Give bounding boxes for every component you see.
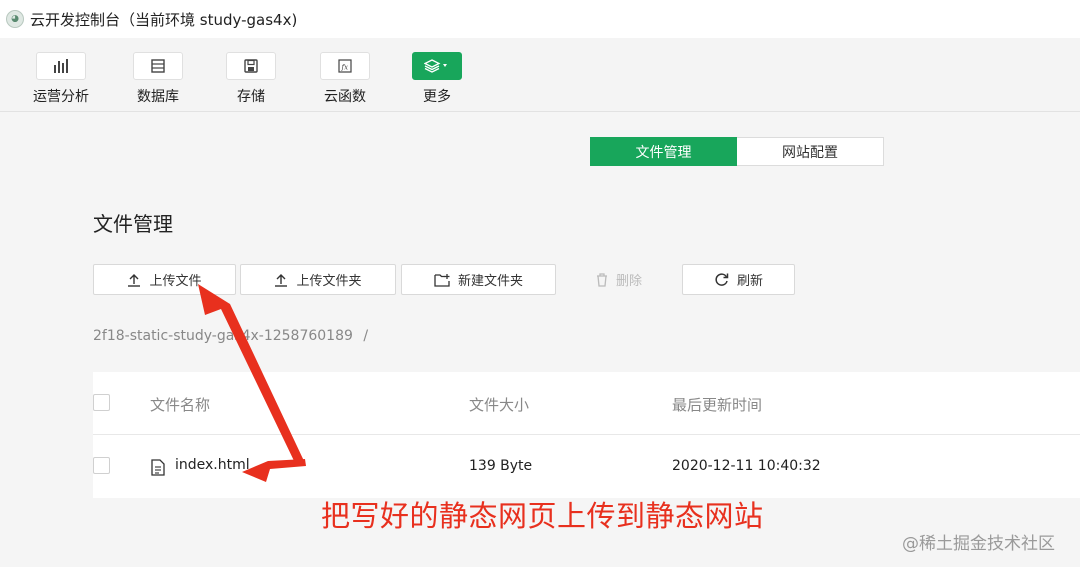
- column-header-updated: 最后更新时间: [672, 396, 763, 414]
- upload-icon: [274, 273, 288, 287]
- wechat-devtools-icon: ◕: [6, 10, 24, 28]
- new-folder-icon: [434, 273, 450, 287]
- new-folder-label: 新建文件夹: [457, 274, 523, 289]
- toolbar-item-storage[interactable]: 存储: [213, 52, 289, 108]
- trash-icon: [596, 272, 608, 287]
- upload-file-button[interactable]: 上传文件: [93, 264, 236, 295]
- delete-label: 删除: [615, 274, 642, 289]
- layers-icon: [412, 52, 462, 80]
- breadcrumb-path[interactable]: 2f18-static-study-gas4x-1258760189: [93, 328, 353, 344]
- svg-text:fx: fx: [341, 64, 349, 72]
- upload-folder-button[interactable]: 上传文件夹: [240, 264, 396, 295]
- upload-folder-label: 上传文件夹: [296, 274, 362, 289]
- window-titlebar: ◕ 云开发控制台（当前环境 study-gas4x): [0, 0, 1080, 38]
- tab-group: 文件管理 网站配置: [590, 137, 884, 166]
- row-checkbox[interactable]: [93, 457, 110, 474]
- save-icon: [226, 52, 276, 80]
- watermark: @稀土掘金技术社区: [902, 534, 1055, 554]
- table-header: 文件名称 文件大小 最后更新时间: [93, 372, 1080, 435]
- refresh-label: 刷新: [736, 274, 763, 289]
- toolbar-item-functions[interactable]: fx 云函数: [307, 52, 383, 108]
- tab-file-management[interactable]: 文件管理: [590, 137, 737, 166]
- file-icon: [151, 459, 165, 480]
- upload-icon: [127, 273, 141, 287]
- refresh-icon: [714, 272, 729, 287]
- new-folder-button[interactable]: 新建文件夹: [401, 264, 556, 295]
- toolbar-label-functions: 云函数: [324, 89, 366, 105]
- delete-button[interactable]: 删除: [560, 264, 678, 295]
- window-title: 云开发控制台（当前环境 study-gas4x): [30, 10, 298, 29]
- file-table: 文件名称 文件大小 最后更新时间 index.html 139 Byte 202…: [93, 372, 1080, 498]
- annotation-caption: 把写好的静态网页上传到静态网站: [321, 499, 764, 533]
- table-row[interactable]: index.html 139 Byte 2020-12-11 10:40:32: [93, 435, 1080, 498]
- refresh-button[interactable]: 刷新: [682, 264, 795, 295]
- toolbar-label-more: 更多: [423, 89, 451, 105]
- top-toolbar: 运营分析 数据库 存储 fx 云函数 更多: [0, 38, 1080, 112]
- function-icon: fx: [320, 52, 370, 80]
- bar-chart-icon: [36, 52, 86, 80]
- database-icon: [133, 52, 183, 80]
- tab-site-config[interactable]: 网站配置: [737, 137, 884, 166]
- toolbar-item-database[interactable]: 数据库: [120, 52, 196, 108]
- file-size: 139 Byte: [469, 458, 533, 474]
- page-title: 文件管理: [93, 212, 173, 236]
- breadcrumb: 2f18-static-study-gas4x-1258760189 /: [93, 328, 368, 344]
- toolbar-label-storage: 存储: [237, 89, 265, 105]
- toolbar-label-database: 数据库: [137, 89, 179, 105]
- select-all-checkbox[interactable]: [93, 394, 110, 411]
- file-name-link[interactable]: index.html: [175, 457, 250, 473]
- toolbar-label-analytics: 运营分析: [33, 89, 89, 105]
- breadcrumb-separator: /: [363, 328, 369, 344]
- file-updated-time: 2020-12-11 10:40:32: [672, 458, 821, 474]
- column-header-name: 文件名称: [150, 396, 211, 414]
- toolbar-item-more[interactable]: 更多: [399, 52, 475, 108]
- toolbar-item-analytics[interactable]: 运营分析: [23, 52, 99, 108]
- upload-file-label: 上传文件: [149, 274, 202, 289]
- column-header-size: 文件大小: [469, 396, 530, 414]
